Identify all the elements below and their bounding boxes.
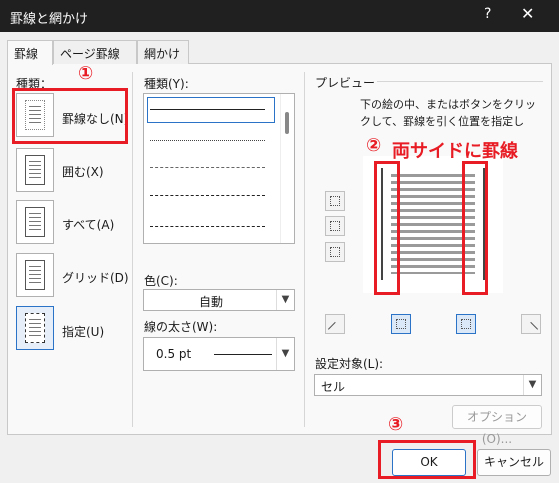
border-bottom-button[interactable] (325, 242, 345, 262)
top-border-icon (330, 196, 340, 206)
chevron-down-icon: ▼ (276, 290, 294, 310)
color-select[interactable]: 自動 ▼ (143, 289, 295, 311)
help-button[interactable]: ? (484, 6, 491, 22)
setting-custom-button[interactable] (16, 306, 54, 350)
annotation-box-2-left (374, 161, 400, 295)
preview-hint-1: 下の絵の中、またはボタンをクリッ (360, 98, 536, 111)
line-style-list[interactable] (143, 93, 295, 244)
style-label: 種類(Y): (144, 77, 189, 91)
tab-borders[interactable]: 罫線 (7, 40, 53, 65)
annotation-text-2: 両サイドに罫線 (392, 141, 518, 162)
annotation-number-3: ③ (388, 414, 404, 435)
width-label: 線の太さ(W): (144, 320, 218, 334)
color-label: 色(C): (144, 274, 178, 288)
line-dash-dot[interactable] (150, 226, 265, 227)
tab-page-borders[interactable]: ページ罫線 (53, 40, 137, 64)
scrollbar[interactable] (280, 94, 294, 243)
border-middle-button[interactable] (325, 216, 345, 236)
dialog-title: 罫線と網かけ (10, 12, 89, 27)
diagonal-up-icon (523, 321, 539, 337)
setting-all-label[interactable]: すべて(A) (62, 216, 114, 233)
diagonal-down-button[interactable] (325, 314, 345, 337)
setting-box-label[interactable]: 囲む(X) (62, 163, 104, 180)
divider (132, 72, 133, 427)
annotation-box-3 (378, 440, 476, 479)
diagonal-down-icon (327, 321, 343, 337)
middle-border-icon (330, 221, 340, 231)
setting-all-button[interactable] (16, 200, 54, 244)
setting-grid-button[interactable] (16, 253, 54, 297)
annotation-number-2: ② (366, 135, 382, 156)
width-select[interactable]: 0.5 pt ▼ (143, 337, 295, 371)
apply-to-value: セル (321, 380, 346, 394)
title-bar: 罫線と網かけ ? ✕ (0, 0, 559, 32)
line-dashed[interactable] (150, 195, 265, 196)
color-value: 自動 (199, 295, 224, 309)
setting-custom-label[interactable]: 指定(U) (62, 323, 104, 340)
line-style-selected[interactable] (147, 97, 275, 123)
chevron-down-icon: ▼ (276, 338, 294, 370)
border-left-button[interactable] (391, 314, 411, 334)
line-solid[interactable] (150, 109, 265, 110)
border-right-button[interactable] (456, 314, 476, 334)
right-border-icon (461, 319, 471, 329)
options-button[interactable]: オプション(O)... (452, 405, 542, 446)
setting-grid-label[interactable]: グリッド(D) (62, 269, 129, 286)
box-icon (25, 155, 45, 185)
line-dotted[interactable] (150, 140, 265, 141)
grid-icon (25, 260, 45, 290)
width-sample-line (214, 354, 272, 355)
preview-rule (377, 81, 543, 82)
apply-to-select[interactable]: セル ▼ (314, 374, 542, 396)
divider (304, 72, 305, 427)
all-icon (25, 207, 45, 237)
custom-icon (25, 313, 45, 343)
preview-hint-2: クして、罫線を引く位置を指定し (360, 115, 525, 128)
scroll-thumb[interactable] (285, 112, 289, 134)
left-border-icon (396, 319, 406, 329)
border-top-button[interactable] (325, 191, 345, 211)
apply-to-label: 設定対象(L): (315, 357, 384, 371)
annotation-box-1 (12, 88, 128, 144)
width-value: 0.5 pt (156, 347, 192, 361)
setting-box-button[interactable] (16, 148, 54, 192)
line-dashed-small[interactable] (150, 167, 265, 168)
bottom-border-icon (330, 247, 340, 257)
close-icon[interactable]: ✕ (521, 4, 534, 23)
tab-shading[interactable]: 網かけ (137, 40, 189, 64)
annotation-number-1: ① (78, 63, 94, 84)
chevron-down-icon: ▼ (523, 375, 541, 395)
preview-label: プレビュー (315, 76, 376, 90)
diagonal-up-button[interactable] (521, 314, 541, 337)
annotation-box-2-right (462, 161, 488, 295)
cancel-button[interactable]: キャンセル (477, 449, 551, 476)
